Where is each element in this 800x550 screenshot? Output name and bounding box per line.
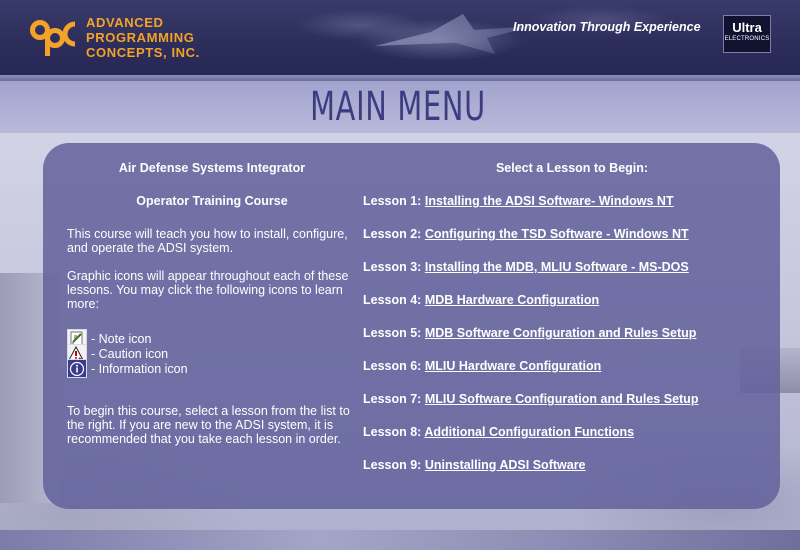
lesson-item-2: Lesson 2: Configuring the TSD Software -… — [363, 227, 773, 260]
lesson-list: Lesson 1: Installing the ADSI Software- … — [363, 194, 773, 491]
lesson-number: Lesson 3: — [363, 260, 422, 274]
lesson-link-3[interactable]: Installing the MDB, MLIU Software - MS-D… — [425, 260, 689, 274]
icon-legend: - Note icon - Caution icon - Information… — [67, 329, 357, 378]
legend-row-information[interactable]: - Information icon — [67, 359, 357, 378]
lesson-item-4: Lesson 4: MDB Hardware Configuration — [363, 293, 773, 326]
company-name-line3: CONCEPTS, INC. — [86, 45, 200, 60]
lesson-number: Lesson 4: — [363, 293, 422, 307]
lesson-number: Lesson 8: — [363, 425, 422, 439]
tagline: Innovation Through Experience — [513, 20, 701, 34]
legend-label-note: - Note icon — [91, 331, 152, 346]
lesson-link-4[interactable]: MDB Hardware Configuration — [425, 293, 599, 307]
lesson-number: Lesson 2: — [363, 227, 422, 241]
lesson-number: Lesson 7: — [363, 392, 422, 406]
company-name-line2: PROGRAMMING — [86, 30, 195, 45]
lesson-number: Lesson 1: — [363, 194, 422, 208]
information-icon[interactable] — [67, 359, 87, 378]
lesson-link-8[interactable]: Additional Configuration Functions — [424, 425, 634, 439]
lesson-item-9: Lesson 9: Uninstalling ADSI Software — [363, 458, 773, 491]
lesson-link-7[interactable]: MLIU Software Configuration and Rules Se… — [425, 392, 699, 406]
course-intro-text: This course will teach you how to instal… — [67, 227, 348, 255]
lesson-number: Lesson 5: — [363, 326, 422, 340]
lesson-item-5: Lesson 5: MDB Software Configuration and… — [363, 326, 773, 359]
course-title: Air Defense Systems Integrator — [118, 161, 306, 175]
lesson-link-2[interactable]: Configuring the TSD Software - Windows N… — [425, 227, 689, 241]
lesson-link-1[interactable]: Installing the ADSI Software- Windows NT — [425, 194, 674, 208]
ultra-logo-top: Ultra — [732, 20, 762, 35]
lesson-link-5[interactable]: MDB Software Configuration and Rules Set… — [425, 326, 697, 340]
icons-explanation-text: Graphic icons will appear throughout eac… — [67, 269, 349, 311]
lesson-item-6: Lesson 6: MLIU Hardware Configuration — [363, 359, 773, 392]
lesson-item-7: Lesson 7: MLIU Software Configuration an… — [363, 392, 773, 425]
header-background-art — [300, 0, 720, 75]
bottom-strip — [0, 530, 800, 550]
lessons-heading: Select a Lesson to Begin: — [495, 161, 649, 175]
header-banner: ADVANCED PROGRAMMING CONCEPTS, INC. Inno… — [0, 0, 800, 75]
apc-logo-icon — [30, 20, 76, 56]
lesson-item-1: Lesson 1: Installing the ADSI Software- … — [363, 194, 773, 227]
lesson-link-9[interactable]: Uninstalling ADSI Software — [425, 458, 586, 472]
main-menu-panel: Air Defense Systems Integrator Operator … — [43, 143, 780, 509]
company-name-line1: ADVANCED — [86, 15, 164, 30]
legend-row-note[interactable]: - Note icon — [67, 329, 357, 348]
company-name: ADVANCED PROGRAMMING CONCEPTS, INC. — [86, 15, 200, 60]
page-title: MAIN MENU — [310, 84, 486, 130]
lesson-number: Lesson 9: — [363, 458, 422, 472]
lesson-item-3: Lesson 3: Installing the MDB, MLIU Softw… — [363, 260, 773, 293]
lesson-number: Lesson 6: — [363, 359, 422, 373]
lesson-link-6[interactable]: MLIU Hardware Configuration — [425, 359, 601, 373]
begin-instructions-text: To begin this course, select a lesson fr… — [67, 404, 350, 446]
legend-row-caution[interactable]: - Caution icon — [67, 344, 357, 363]
ultra-logo-bottom: ELECTRONICS — [724, 36, 770, 42]
course-subtitle: Operator Training Course — [136, 194, 288, 208]
legend-label-information: - Information icon — [91, 361, 188, 376]
legend-label-caution: - Caution icon — [91, 346, 169, 361]
lesson-item-8: Lesson 8: Additional Configuration Funct… — [363, 425, 773, 458]
ultra-electronics-logo: Ultra ELECTRONICS — [723, 15, 771, 53]
